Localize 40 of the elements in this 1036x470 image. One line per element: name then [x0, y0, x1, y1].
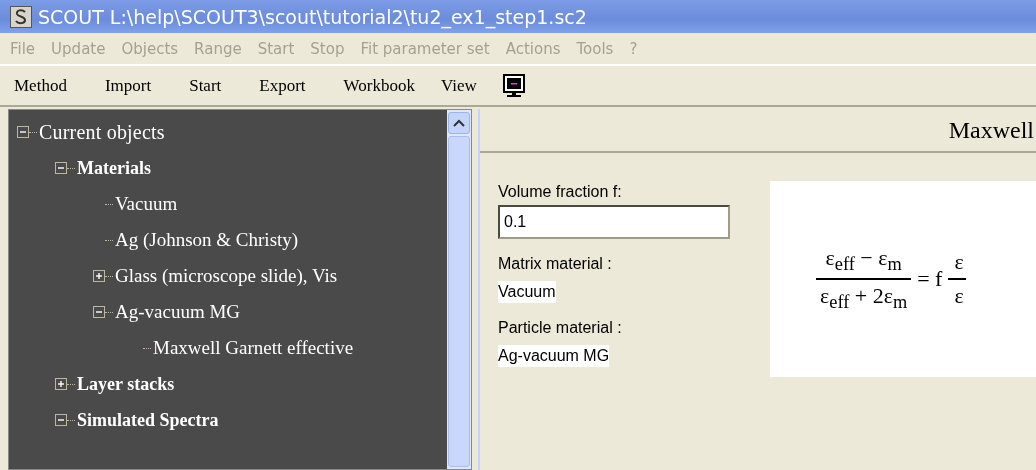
- toolbar-menu-item[interactable]: View: [440, 75, 477, 96]
- expand-toggle[interactable]: [17, 126, 29, 138]
- tree-item[interactable]: Ag (Johnson & Christy): [115, 229, 299, 251]
- formula-denominator: ε: [953, 283, 965, 309]
- field-label: Particle material :: [498, 318, 622, 338]
- tree-item[interactable]: Current objects: [39, 120, 165, 144]
- expand-toggle[interactable]: [55, 162, 67, 174]
- toolbar-menu-item[interactable]: Workbook: [343, 75, 415, 96]
- scrollbar[interactable]: [447, 110, 471, 469]
- expand-toggle[interactable]: [55, 378, 67, 390]
- tree-item[interactable]: Layer stacks: [77, 373, 175, 395]
- window-title: SCOUT L:\help\SCOUT3\scout\tutorial2\tu2_ex1_step1.sc2: [38, 5, 587, 28]
- tree-item[interactable]: Ag-vacuum MG: [115, 301, 241, 323]
- chevron-up-icon: [453, 119, 465, 127]
- tree-item[interactable]: Glass (microscope slide), Vis: [115, 265, 338, 287]
- tree-item[interactable]: Maxwell Garnett effective: [153, 337, 354, 359]
- tree-item[interactable]: Vacuum: [115, 193, 178, 215]
- toolbar-menu-item[interactable]: Export: [259, 75, 306, 96]
- field-label: Volume fraction f:: [498, 182, 622, 202]
- app-icon: [10, 5, 32, 28]
- formula-numerator: ε: [953, 249, 965, 275]
- expand-toggle[interactable]: [93, 270, 105, 282]
- toolbar-menu-item[interactable]: Start: [189, 75, 222, 96]
- formula-equals: = f: [917, 266, 943, 292]
- formula-numerator: ε$_{eff}$ − ε$_{m}$: [824, 244, 903, 275]
- matrix-material-value: Vacuum: [498, 281, 556, 303]
- toolbar-menu-item[interactable]: Import: [104, 75, 152, 96]
- scroll-thumb[interactable]: [448, 136, 470, 467]
- tree-item[interactable]: Materials: [77, 157, 151, 179]
- panel-title: Maxwell: [948, 116, 1034, 144]
- tree-item[interactable]: Simulated Spectra: [77, 409, 219, 431]
- field-label: Matrix material :: [498, 254, 612, 274]
- expand-toggle[interactable]: [55, 414, 67, 426]
- scroll-up-button[interactable]: [448, 112, 470, 134]
- formula-denominator: ε$_{eff}$ + 2ε$_{m}$: [819, 283, 909, 314]
- expand-toggle[interactable]: [93, 306, 105, 318]
- monitor-icon[interactable]: [502, 73, 525, 98]
- particle-material-value: Ag-vacuum MG: [498, 345, 610, 367]
- volume-fraction-field[interactable]: 0.1: [498, 205, 730, 239]
- toolbar-menu-item[interactable]: Method: [14, 75, 67, 96]
